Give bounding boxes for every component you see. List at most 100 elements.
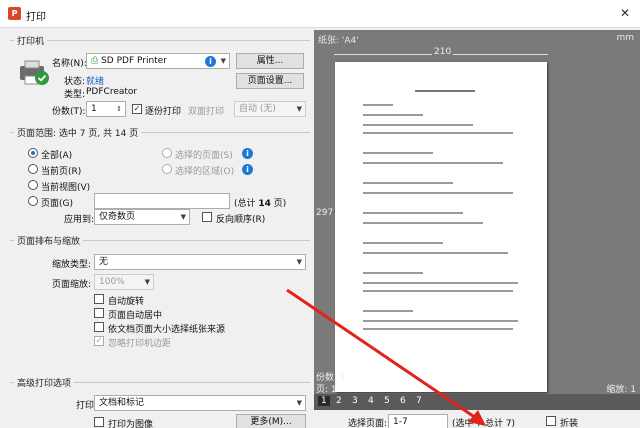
- page-text-line: [363, 212, 463, 214]
- width-value: 210: [432, 47, 454, 57]
- page-tab-7[interactable]: 7: [416, 396, 422, 406]
- range-all-label: 全部(A): [41, 151, 73, 161]
- chevron-down-icon: ▼: [296, 399, 302, 407]
- copies-spinner[interactable]: 1 ⇕: [86, 101, 126, 117]
- page-text-line: [363, 114, 423, 116]
- chevron-down-icon: ▼: [296, 105, 302, 113]
- range-selected-radio[interactable]: [162, 148, 172, 158]
- duplex-select-value: 自动 (无): [239, 104, 276, 114]
- title-bar: P 打印 ✕: [0, 0, 640, 28]
- printer-icon: [18, 58, 50, 86]
- page-range-title: 页面范围: 选中 7 页, 共 14 页: [14, 126, 142, 139]
- select-total: (选中 7 总计 7): [452, 419, 516, 428]
- page-text-line: [363, 124, 473, 126]
- page-text-line: [363, 192, 513, 194]
- range-area-radio[interactable]: [162, 164, 172, 174]
- select-pages-input[interactable]: 1-7: [388, 414, 448, 428]
- range-view-radio[interactable]: [28, 180, 38, 190]
- apply-to-label: 应用到:: [64, 215, 95, 225]
- advanced-group-title: 高级打印选项: [14, 376, 75, 389]
- pdf-size-checkbox[interactable]: [94, 322, 104, 332]
- page-tab-1[interactable]: 1: [318, 396, 330, 406]
- auto-center-checkbox[interactable]: [94, 308, 104, 318]
- zoom-label: 页面缩放:: [52, 280, 92, 290]
- select-pages-label: 选择页面:: [348, 419, 388, 428]
- print-what-select[interactable]: 文档和标记 ▼: [94, 395, 306, 411]
- page-setup-button[interactable]: 页面设置...: [236, 73, 304, 89]
- status-value: 就绪: [86, 77, 105, 87]
- page-tab-4[interactable]: 4: [368, 396, 374, 406]
- window-title: 打印: [26, 12, 46, 23]
- scale-type-select[interactable]: 无 ▼: [94, 254, 306, 270]
- reverse-checkbox[interactable]: [202, 212, 212, 222]
- page-text-line: [363, 310, 413, 312]
- page-text-line: [363, 104, 393, 106]
- auto-center-label: 页面自动居中: [108, 311, 163, 321]
- chevron-down-icon: ▼: [144, 278, 150, 286]
- layout-group-title: 页面排布与缩放: [14, 234, 84, 247]
- properties-button[interactable]: 属性...: [236, 53, 304, 69]
- page-tab-3[interactable]: 3: [352, 396, 358, 406]
- print-preview-pane: 纸张: 'A4' mm 210 297 份数: 1 页: 1 缩放: 1 1 2…: [314, 30, 640, 428]
- pages-total-number: 14: [258, 199, 271, 209]
- page-text-line: [363, 290, 513, 292]
- page-text-line: [363, 222, 483, 224]
- height-value: 297: [316, 208, 334, 218]
- ignore-margins-checkbox[interactable]: ✓: [94, 336, 104, 346]
- printer-name-label: 名称(N):: [52, 59, 87, 69]
- as-image-label: 打印为图像: [108, 420, 154, 428]
- printer-group-title: 打印机: [14, 34, 48, 47]
- page-text-line: [363, 328, 513, 330]
- as-image-checkbox[interactable]: [94, 417, 104, 427]
- close-button[interactable]: ✕: [620, 6, 630, 20]
- pdf-size-label: 依文档页面大小选择纸张来源: [108, 325, 226, 335]
- page-tab-6[interactable]: 6: [400, 396, 406, 406]
- zoom-select[interactable]: 100% ▼: [94, 274, 154, 290]
- duplex-select[interactable]: 自动 (无) ▼: [234, 101, 306, 117]
- copies-label: 份数(T):: [52, 107, 86, 117]
- copies-value: 1: [91, 104, 97, 114]
- selection-bar: 选择页面: 1-7 (选中 7 总计 7) 折装: [314, 410, 640, 428]
- range-area-label: 选择的区域(O): [175, 167, 235, 177]
- select-pages-value: 1-7: [393, 417, 408, 427]
- info-icon[interactable]: i: [205, 56, 216, 67]
- info-icon[interactable]: i: [242, 148, 253, 159]
- pdf-printer-icon: ⎙: [91, 56, 99, 66]
- spinner-arrows-icon[interactable]: ⇕: [116, 102, 122, 116]
- info-icon[interactable]: i: [242, 164, 253, 175]
- zoom-value: 100%: [99, 277, 125, 287]
- range-current-radio[interactable]: [28, 164, 38, 174]
- chevron-down-icon: ▼: [296, 258, 302, 266]
- unit-label: mm: [616, 33, 634, 43]
- app-logo-icon: P: [8, 7, 21, 20]
- range-pages-radio[interactable]: [28, 196, 38, 206]
- reverse-label: 反向顺序(R): [216, 215, 266, 225]
- collate-checkbox[interactable]: ✓: [132, 104, 142, 114]
- page-tab-5[interactable]: 5: [384, 396, 390, 406]
- apply-to-select[interactable]: 仅奇数页 ▼: [94, 209, 190, 225]
- status-label: 状态:: [64, 77, 86, 87]
- more-button[interactable]: 更多(M)...: [236, 414, 306, 428]
- range-all-radio[interactable]: [28, 148, 38, 158]
- range-view-label: 当前视图(V): [41, 183, 91, 193]
- ignore-margins-label: 忽略打印机边距: [108, 339, 172, 349]
- page-text-line: [363, 320, 518, 322]
- pages-total-suffix: 页): [270, 199, 287, 209]
- printer-select-value: SD PDF Printer: [101, 56, 167, 66]
- preview-page: [335, 62, 547, 392]
- scale-type-value: 无: [99, 257, 109, 267]
- pages-input[interactable]: [94, 193, 230, 209]
- page-tab-2[interactable]: 2: [336, 396, 342, 406]
- range-current-label: 当前页(R): [41, 167, 82, 177]
- flip-checkbox[interactable]: [546, 416, 556, 426]
- auto-rotate-checkbox[interactable]: [94, 294, 104, 304]
- apply-to-value: 仅奇数页: [99, 212, 136, 222]
- page-text-line: [363, 132, 513, 134]
- page-text-line: [363, 162, 503, 164]
- range-pages-label: 页面(G): [41, 199, 73, 209]
- print-what-value: 文档和标记: [99, 398, 145, 408]
- preview-header: 纸张: 'A4' mm: [314, 30, 640, 46]
- chevron-down-icon: ▼: [180, 213, 186, 221]
- page-text-line: [363, 182, 453, 184]
- page-text-line: [363, 242, 443, 244]
